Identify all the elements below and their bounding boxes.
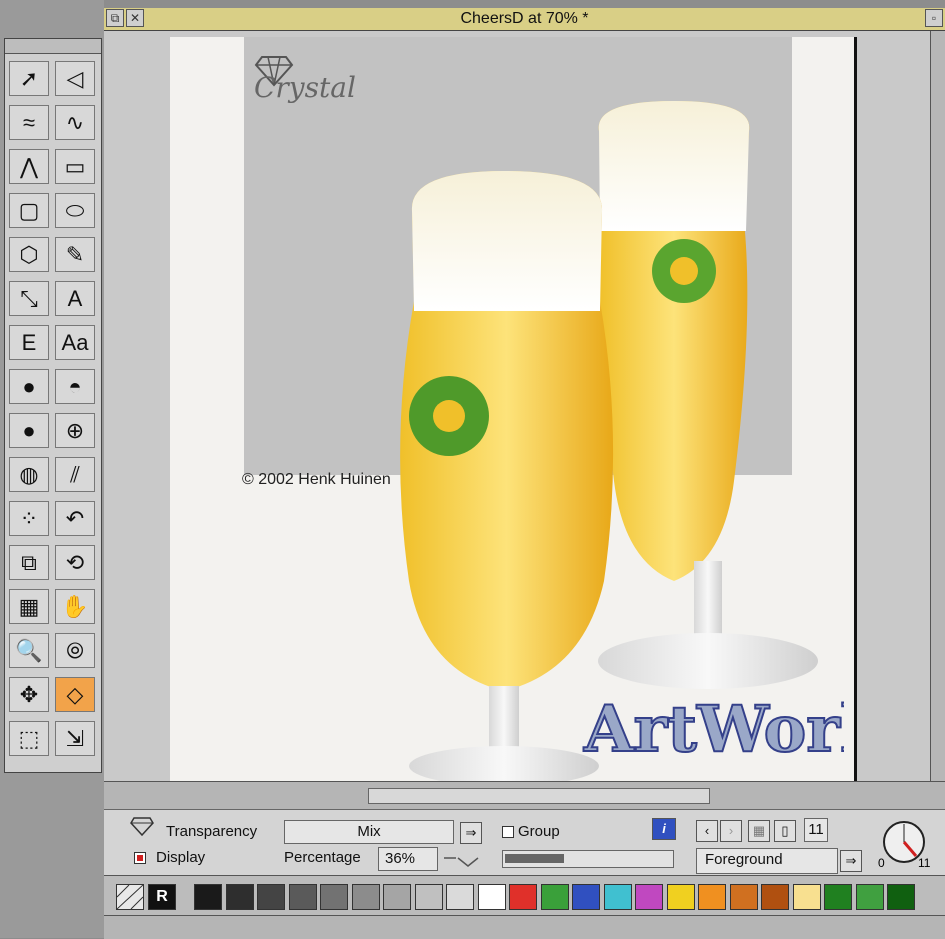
rotate-icon[interactable]: ⟲: [55, 545, 95, 580]
toggle-size-icon[interactable]: ▫: [925, 9, 943, 27]
freehand-icon[interactable]: ≈: [9, 105, 49, 140]
rectangle-icon[interactable]: ▭: [55, 149, 95, 184]
infobar: Transparency Display Mix ⇒ Group i Perce…: [104, 809, 945, 876]
magnifier-icon[interactable]: 🔍: [9, 633, 49, 668]
circles-icon[interactable]: ⦾: [55, 633, 95, 668]
sphere-icon[interactable]: ●: [9, 413, 49, 448]
colour-swatch[interactable]: [603, 884, 632, 910]
dial-min: 0: [878, 856, 885, 870]
text-path-icon[interactable]: ⤡: [9, 281, 49, 316]
colour-swatch[interactable]: [855, 884, 884, 910]
next-icon[interactable]: ›: [720, 820, 742, 842]
display-checkbox[interactable]: [134, 852, 146, 864]
pencil-icon[interactable]: ✎: [55, 237, 95, 272]
grid-toggle-icon[interactable]: ▦: [748, 820, 770, 842]
previous-icon[interactable]: ‹: [696, 820, 718, 842]
colour-swatch[interactable]: [572, 884, 600, 910]
colour-swatch[interactable]: [414, 884, 443, 910]
colour-swatch[interactable]: [288, 884, 317, 910]
group-checkbox[interactable]: [502, 826, 514, 838]
close-icon[interactable]: ✕: [126, 9, 144, 27]
artworks-logo: ArtWorks: [583, 692, 844, 767]
dial-icon[interactable]: 0 11: [876, 814, 932, 872]
mesh-icon[interactable]: ⊕: [55, 413, 95, 448]
clip-group-icon[interactable]: ⁘: [9, 501, 49, 536]
scrollbar-thumb[interactable]: [368, 788, 710, 804]
edit-icon[interactable]: ◁: [55, 61, 95, 96]
rounded-rect-icon[interactable]: ▢: [9, 193, 49, 228]
colour-swatch[interactable]: [540, 884, 569, 910]
adjust-arrows-icon[interactable]: [442, 854, 482, 868]
toolbox-header[interactable]: [5, 39, 101, 54]
ellipse-icon[interactable]: ⬭: [55, 193, 95, 228]
select-icon[interactable]: ➚: [9, 61, 49, 96]
colour-swatch[interactable]: [446, 884, 474, 910]
colour-swatch[interactable]: [509, 884, 537, 910]
colour-swatch[interactable]: [477, 884, 506, 910]
window-title: CheersD at 70% *: [460, 10, 589, 27]
page-edge: [854, 37, 857, 781]
colour-swatch[interactable]: [792, 884, 821, 910]
hatch-icon[interactable]: ◍: [9, 457, 49, 492]
text-style-icon[interactable]: Aa: [55, 325, 95, 360]
colour-swatch[interactable]: [887, 884, 915, 910]
page-icon[interactable]: ▯: [774, 820, 796, 842]
blend-icon[interactable]: ●: [9, 369, 49, 404]
fill-target-field[interactable]: Foreground: [696, 848, 838, 874]
percentage-label: Percentage: [284, 849, 361, 866]
info-icon[interactable]: i: [652, 818, 676, 840]
diamond-icon: [130, 815, 154, 837]
beer-glasses-illustration: ArtWorks: [400, 101, 844, 781]
percentage-slider[interactable]: [502, 850, 674, 868]
colour-swatch[interactable]: [666, 884, 695, 910]
text-area-icon[interactable]: E: [9, 325, 49, 360]
colour-swatch[interactable]: [257, 884, 285, 910]
curve-icon[interactable]: ∿: [55, 105, 95, 140]
registration-swatch[interactable]: R: [148, 884, 176, 910]
zoom-box-icon[interactable]: ⧉: [9, 545, 49, 580]
horizontal-scrollbar[interactable]: [104, 781, 945, 810]
page-icon[interactable]: ⬚: [9, 721, 49, 756]
mode-menu-icon[interactable]: ⇒: [460, 822, 482, 844]
no-colour-swatch[interactable]: [116, 884, 144, 910]
drawing-canvas[interactable]: Crystal © 2002 Henk Huinen ArtWor: [104, 31, 930, 781]
colour-swatch[interactable]: [729, 884, 758, 910]
window-title-bar[interactable]: ⧉ ✕ CheersD at 70% * ▫: [104, 8, 945, 31]
polygon-icon[interactable]: ⬡: [9, 237, 49, 272]
shading-icon[interactable]: ⫽: [55, 457, 95, 492]
colour-swatch[interactable]: [635, 884, 663, 910]
fill-target-menu-icon[interactable]: ⇒: [840, 850, 862, 872]
scale-icon[interactable]: ⇲: [55, 721, 95, 756]
colour-swatch[interactable]: [225, 884, 254, 910]
mode-field[interactable]: Mix: [284, 820, 454, 844]
palette-scrollbar[interactable]: [104, 915, 945, 939]
dial-max: 11: [918, 856, 931, 870]
colour-swatch[interactable]: [351, 884, 380, 910]
grid-icon[interactable]: ▦: [9, 589, 49, 624]
display-label: Display: [156, 849, 206, 866]
line-width-field[interactable]: 11: [804, 818, 828, 842]
radial-fill-icon[interactable]: ◓: [55, 369, 95, 404]
hand-icon[interactable]: ✋: [55, 589, 95, 624]
colour-swatch[interactable]: [761, 884, 789, 910]
colour-swatch[interactable]: [320, 884, 348, 910]
group-label: Group: [518, 823, 560, 840]
text-icon[interactable]: A: [55, 281, 95, 316]
back-icon[interactable]: ⧉: [106, 9, 124, 27]
undo-icon[interactable]: ↶: [55, 501, 95, 536]
percentage-input[interactable]: 36%: [378, 847, 438, 871]
colour-swatch[interactable]: [194, 884, 222, 910]
toolbox: ➚ ◁ ≈ ∿ ⋀ ▭ ▢ ⬭ ⬡ ✎ ⤡ A E Aa ● ◓ ● ⊕ ◍ ⫽ ⁘ ↶ ⧉ ⟲ ▦ ✋ 🔍 ⦾ ✥ ◇ ⬚ ⇲: [4, 38, 102, 773]
colour-palette: R: [104, 875, 945, 916]
vertical-scrollbar[interactable]: [930, 31, 945, 781]
colour-swatch[interactable]: [383, 884, 411, 910]
colour-swatch[interactable]: [824, 884, 852, 910]
colour-swatch[interactable]: [698, 884, 726, 910]
move-icon[interactable]: ✥: [9, 677, 49, 712]
polyline-icon[interactable]: ⋀: [9, 149, 49, 184]
transparency-icon[interactable]: ◇: [55, 677, 95, 712]
tool-name-label: Transparency: [166, 823, 258, 840]
